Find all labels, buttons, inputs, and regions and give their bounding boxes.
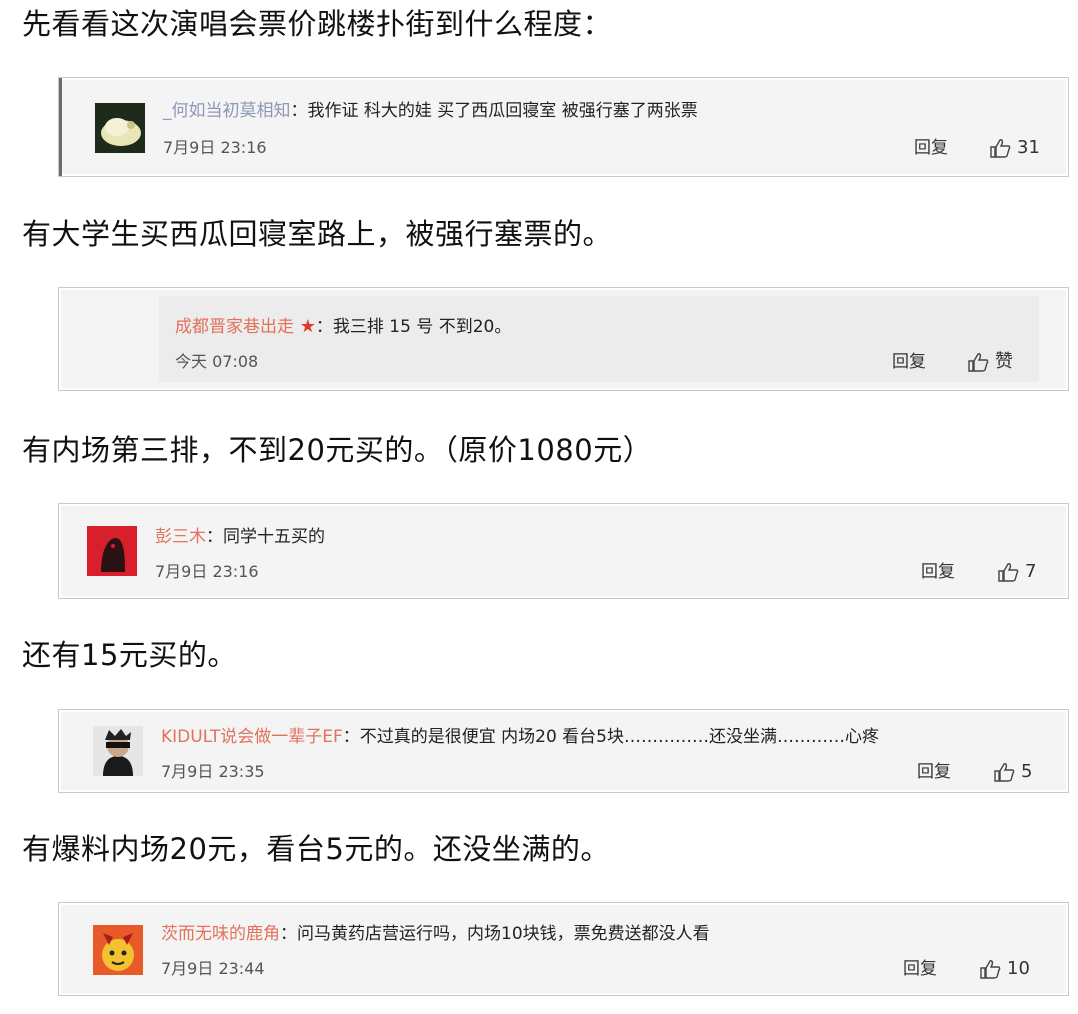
comment-card-5: 茨而无味的鹿角：问马黄药店营运行吗，内场10块钱，票免费送都没人看 7月9日 2… [58,902,1069,996]
reply-button[interactable]: 回复 [892,352,926,372]
username-link[interactable]: _何如当初莫相知 [163,101,291,121]
like-button[interactable]: 7 [997,562,1036,582]
separator: ： [290,101,308,121]
caption-1: 先看看这次演唱会票价跳楼扑街到什么程度： [22,7,613,41]
comment-line: 成都晋家巷出走 ★：我三排 15 号 不到20。 [175,316,511,338]
comment-text: 我三排 15 号 不到20。 [332,317,512,337]
like-count: 7 [1025,561,1037,582]
reply-button[interactable]: 回复 [917,762,951,782]
comment-line: 茨而无味的鹿角：问马黄药店营运行吗，内场10块钱，票免费送都没人看 [161,923,710,945]
comment-text: 同学十五买的 [223,527,325,547]
caption-5: 有爆料内场20元，看台5元的。还没坐满的。 [22,832,610,866]
separator: ： [342,727,360,747]
comment-card-2: 成都晋家巷出走 ★：我三排 15 号 不到20。 今天 07:08 回复 赞 [58,287,1069,391]
comment-time: 7月9日 23:35 [161,762,265,781]
like-button[interactable]: 10 [979,959,1030,979]
username-link[interactable]: 彭三木 [155,527,206,547]
avatar[interactable] [93,726,143,776]
thumbs-up-icon [998,563,1019,582]
comment-text: 问马黄药店营运行吗，内场10块钱，票免费送都没人看 [297,924,710,944]
comment-time: 7月9日 23:16 [155,562,259,581]
comment-line: _何如当初莫相知：我作证 科大的娃 买了西瓜回寝室 被强行塞了两张票 [163,100,698,122]
separator: ： [280,924,297,944]
like-count: 31 [1017,137,1040,158]
caption-3: 有内场第三排，不到20元买的。（原价1080元） [22,433,653,467]
like-count: 5 [1021,761,1033,782]
comment-time: 今天 07:08 [175,352,259,371]
like-button[interactable]: 赞 [967,352,1013,372]
thumbs-up-icon [994,763,1015,782]
card-accent-bar [59,78,62,176]
comment-text: 我作证 科大的娃 买了西瓜回寝室 被强行塞了两张票 [307,101,698,121]
like-button[interactable]: 5 [993,762,1032,782]
separator: ： [206,527,223,547]
thumbs-up-icon [980,960,1001,979]
thumbs-up-icon [968,353,989,372]
reply-button[interactable]: 回复 [903,959,937,979]
comment-line: 彭三木：同学十五买的 [155,526,325,548]
username-link[interactable]: KIDULT说会做一辈子EF [161,727,343,747]
comment-text: 不过真的是很便宜 内场20 看台5块……………还没坐满…………心疼 [359,727,879,747]
like-button[interactable]: 31 [989,138,1040,158]
comment-time: 7月9日 23:44 [161,959,265,978]
reply-button[interactable]: 回复 [921,562,955,582]
thumbs-up-icon [990,139,1011,158]
comment-card-3: 彭三木：同学十五买的 7月9日 23:16 回复 7 [58,503,1069,599]
reply-button[interactable]: 回复 [914,138,948,158]
caption-2: 有大学生买西瓜回寝室路上，被强行塞票的。 [22,217,613,251]
caption-4: 还有15元买的。 [22,638,237,672]
separator: ： [315,317,333,337]
avatar[interactable] [93,925,143,975]
avatar[interactable] [95,103,145,153]
comment-line: KIDULT说会做一辈子EF：不过真的是很便宜 内场20 看台5块……………还没… [161,726,879,748]
username-link[interactable]: 茨而无味的鹿角 [161,924,280,944]
like-count: 10 [1007,958,1030,979]
avatar[interactable] [87,526,137,576]
username-link[interactable]: 成都晋家巷出走 [175,317,294,337]
comment-time: 7月9日 23:16 [163,138,267,157]
comment-card-4: KIDULT说会做一辈子EF：不过真的是很便宜 内场20 看台5块……………还没… [58,709,1069,793]
like-count: 赞 [995,351,1013,372]
star-icon: ★ [294,316,316,337]
comment-card-1: _何如当初莫相知：我作证 科大的娃 买了西瓜回寝室 被强行塞了两张票 7月9日 … [58,77,1069,177]
